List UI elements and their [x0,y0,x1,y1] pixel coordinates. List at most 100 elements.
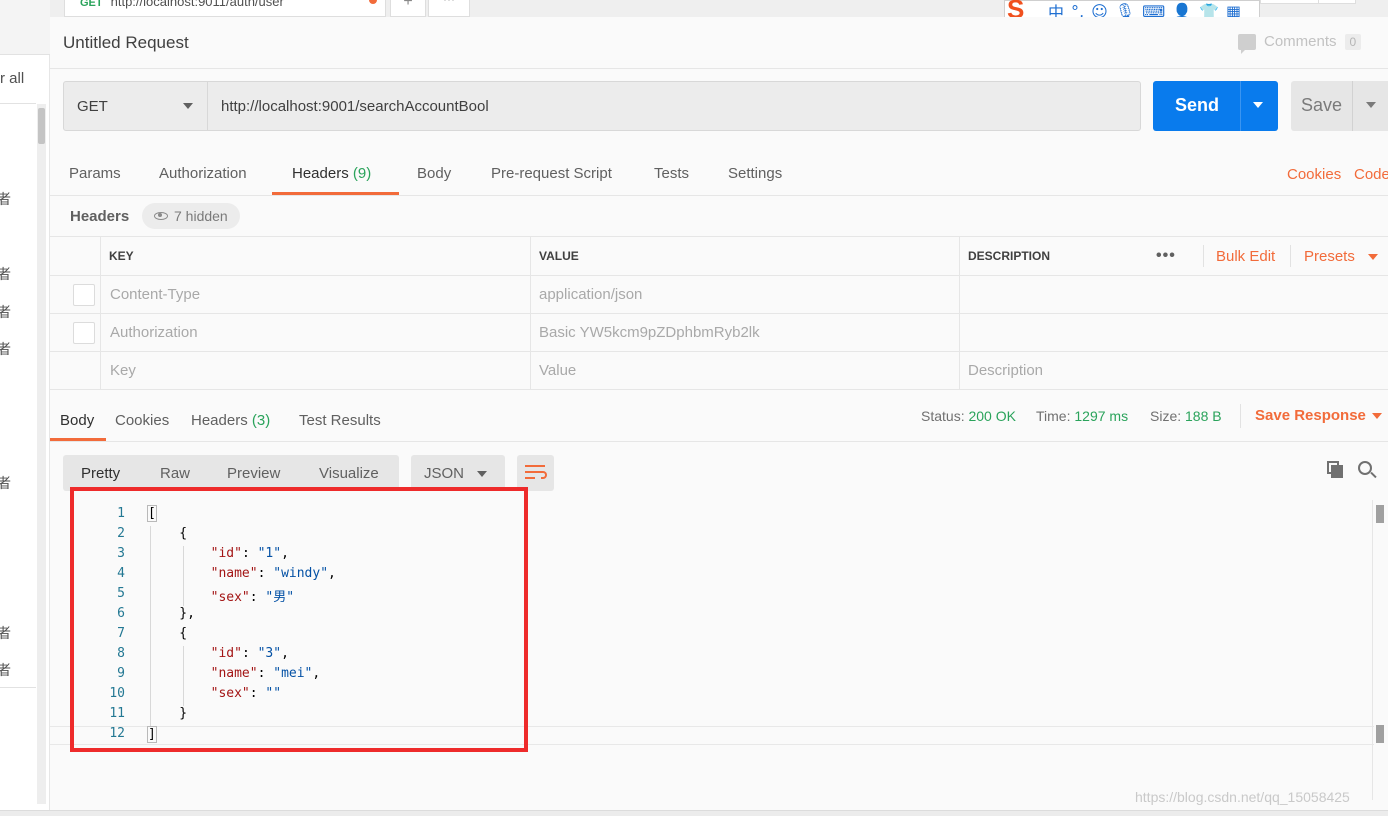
tab-label: Settings [728,165,783,182]
method-select[interactable]: GET [63,81,208,131]
view-pretty[interactable]: Pretty [81,465,120,482]
bulk-edit-button[interactable]: Bulk Edit [1216,248,1275,265]
tab-label: Body [417,165,452,182]
response-tab-headers[interactable]: Headers (3) [191,412,270,429]
more-tabs-button[interactable]: ··· [428,0,470,17]
search-icon-part [1370,471,1377,479]
view-raw[interactable]: Raw [160,465,190,482]
format-select[interactable]: JSON [411,455,505,491]
comments-label: Comments [1264,33,1337,50]
wrap-icon [525,465,545,467]
tab-count: (3) [251,412,271,429]
scrollbar-thumb[interactable] [38,108,45,144]
header-value-input[interactable]: Basic YW5kcm9pZDphbmRyb2lk [530,313,960,351]
new-tab-button[interactable]: + [390,0,426,17]
presets-button[interactable]: Presets [1304,248,1355,265]
table-row: Content-Type application/json [50,275,1388,314]
sidebar-topbar [0,0,50,55]
sidebar-item[interactable]: 者 [0,660,11,680]
save-label: Save [1301,95,1343,115]
separator [1203,245,1204,267]
cookies-link[interactable]: Cookies [1287,166,1341,183]
send-button[interactable]: Send [1153,81,1278,131]
response-tab-cookies[interactable]: Cookies [115,412,169,429]
sidebar-item[interactable]: 者 [0,264,11,284]
editor-scrollbar[interactable] [1372,500,1386,800]
tab-body[interactable]: Body [417,165,451,182]
sidebar-item[interactable]: 者 [0,189,11,209]
tab-label: Tests [654,165,690,182]
send-options-chevron-icon[interactable] [1253,102,1263,113]
wrap-icon [525,471,541,473]
save-button[interactable]: Save [1291,81,1388,131]
highlight-annotation-box [70,487,528,752]
header-key-input[interactable]: Authorization [100,313,530,351]
new-value-input[interactable]: Value [530,351,960,389]
row-checkbox[interactable] [73,322,95,344]
view-visualize[interactable]: Visualize [319,465,379,482]
chevron-down-icon[interactable] [1372,413,1382,424]
method-value: GET [77,98,108,115]
tab-authorization[interactable]: Authorization [159,165,247,182]
tab-tests[interactable]: Tests [654,165,689,182]
response-tab-body[interactable]: Body [60,412,94,429]
copy-icon[interactable] [1327,461,1344,479]
more-options-button[interactable]: ••• [1156,247,1176,265]
save-options-chevron-icon[interactable] [1366,102,1376,113]
toolbar-button[interactable] [1318,0,1356,4]
tab-label: Params [69,165,121,182]
comment-icon [1238,33,1256,54]
request-tab[interactable]: GET http://localhost:9011/auth/user [64,0,386,17]
save-response-button[interactable]: Save Response [1255,407,1366,424]
code-link[interactable]: Code [1354,166,1388,183]
tab-label: Headers [292,165,349,182]
tab-params[interactable]: Params [69,165,121,182]
watermark: https://blog.csdn.net/qq_15058425 [1135,789,1350,805]
tab-label: Cookies [115,412,170,429]
view-preview[interactable]: Preview [227,465,280,482]
tab-settings[interactable]: Settings [728,165,782,182]
view-mode-tabs: Pretty Raw Preview Visualize [63,455,399,491]
tab-headers[interactable]: Headers (9) [292,165,371,182]
header-description-input[interactable] [959,275,1388,313]
wrap-icon [525,477,535,479]
sidebar-scrollbar[interactable] [37,104,46,804]
size-value[interactable]: 188 B [1185,408,1222,424]
tab-label: Pre-request Script [491,165,612,182]
table-header-row: KEY VALUE DESCRIPTION ••• Bulk Edit Pres… [50,237,1388,276]
header-key-input[interactable]: Content-Type [100,275,530,313]
tab-pre-request-script[interactable]: Pre-request Script [491,165,612,182]
comments-button[interactable]: Comments 0 [1238,33,1362,54]
new-key-input[interactable]: Key [100,351,530,389]
comments-count: 0 [1344,33,1362,50]
request-title[interactable]: Untitled Request [63,33,189,53]
sidebar-item[interactable]: 者 [0,623,11,643]
scroll-marker [1376,505,1384,523]
hidden-headers-toggle[interactable]: 7 hidden [142,203,240,229]
headers-table: KEY VALUE DESCRIPTION ••• Bulk Edit Pres… [50,237,1388,390]
new-description-input[interactable]: Description [959,351,1388,389]
time-value[interactable]: 1297 ms [1074,408,1128,424]
search-icon[interactable] [1358,461,1378,481]
header-description-input[interactable] [959,313,1388,351]
tab-count: (9) [352,165,372,182]
sidebar-divider [0,103,36,104]
header-value-input[interactable]: application/json [530,275,960,313]
headers-subheader: Headers 7 hidden [50,197,1388,237]
response-tab-test-results[interactable]: Test Results [299,412,381,429]
url-input[interactable]: http://localhost:9001/searchAccountBool [207,81,1141,131]
wrap-lines-button[interactable] [517,455,554,491]
status-value[interactable]: 200 OK [968,408,1015,424]
row-checkbox[interactable] [73,284,95,306]
request-title-bar: Untitled Request Comments 0 [50,17,1388,69]
sidebar-item[interactable]: 者 [0,302,11,322]
sidebar-filter-label[interactable]: r all [0,70,24,87]
sidebar-item[interactable]: 者 [0,339,11,359]
chevron-down-icon [1368,254,1378,265]
time-readout: Time: 1297 ms [1036,408,1128,424]
sidebar-item[interactable]: 者 [0,473,11,493]
send-label: Send [1175,95,1220,115]
scroll-marker [1376,725,1384,743]
unsaved-dot-icon [369,0,377,4]
active-tab-indicator [272,192,399,195]
